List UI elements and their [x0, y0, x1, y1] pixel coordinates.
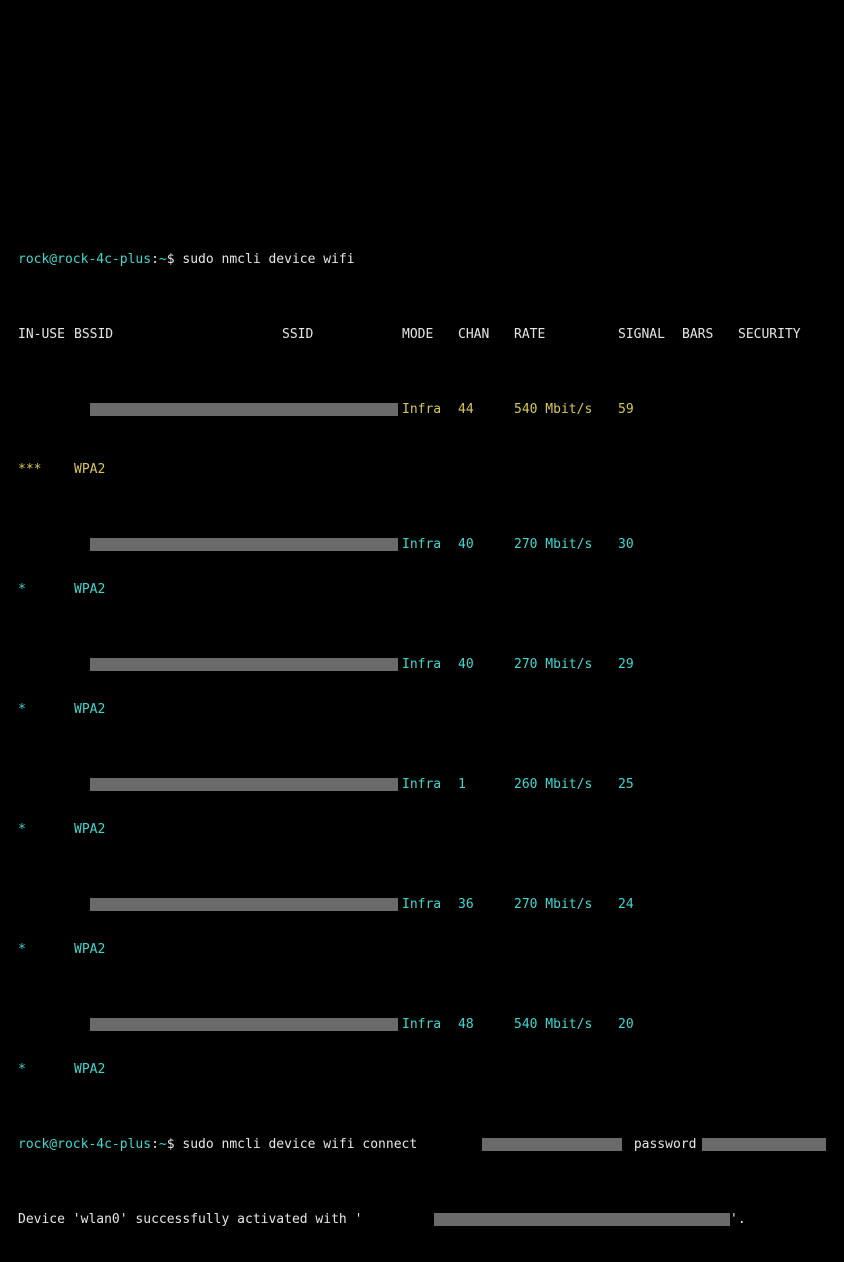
redaction-ssid-arg: [482, 1138, 622, 1151]
col-security: SECURITY: [738, 327, 801, 342]
redaction-password-arg: [702, 1138, 826, 1151]
redaction-bssid-ssid: [90, 898, 398, 911]
col-chan: CHAN: [458, 327, 489, 342]
wifi-row-wrap: * WPA2: [18, 942, 828, 957]
redaction-bssid-ssid: [90, 778, 398, 791]
redaction-bssid-ssid: [90, 538, 398, 551]
wifi-row-wrap: * WPA2: [18, 1062, 828, 1077]
wifi-row-wrap: *** WPA2: [18, 462, 828, 477]
col-bssid: BSSID: [74, 327, 113, 342]
wifi-row: Infra 44 540 Mbit/s 59: [18, 402, 828, 417]
wifi-row-wrap: * WPA2: [18, 702, 828, 717]
redaction-uuid: [434, 1213, 730, 1226]
col-in-use: IN-USE: [18, 327, 65, 342]
col-ssid: SSID: [282, 327, 313, 342]
wifi-row-wrap: * WPA2: [18, 582, 828, 597]
prompt-line-2: rock@rock-4c-plus:~$ sudo nmcli device w…: [18, 1137, 828, 1152]
result-line: Device 'wlan0' successfully activated wi…: [18, 1212, 828, 1227]
col-rate: RATE: [514, 327, 545, 342]
redaction-bssid-ssid: [90, 1018, 398, 1031]
wifi-row-wrap: * WPA2: [18, 822, 828, 837]
wifi-row: Infra 1 260 Mbit/s 25: [18, 777, 828, 792]
wifi-header: IN-USE BSSID SSID MODE CHAN RATE SIGNAL …: [18, 327, 828, 342]
col-bars: BARS: [682, 327, 713, 342]
prompt-line-1: rock@rock-4c-plus:~$ sudo nmcli device w…: [18, 252, 828, 267]
redaction-bssid-ssid: [90, 403, 398, 416]
wifi-row: Infra 40 270 Mbit/s 30: [18, 537, 828, 552]
wifi-row: Infra 40 270 Mbit/s 29: [18, 657, 828, 672]
wifi-row: Infra 48 540 Mbit/s 20: [18, 1017, 828, 1032]
terminal-output: rock@rock-4c-plus:~$ sudo nmcli device w…: [18, 192, 828, 1262]
col-mode: MODE: [402, 327, 433, 342]
redaction-bssid-ssid: [90, 658, 398, 671]
col-signal: SIGNAL: [618, 327, 665, 342]
wifi-row: Infra 36 270 Mbit/s 24: [18, 897, 828, 912]
